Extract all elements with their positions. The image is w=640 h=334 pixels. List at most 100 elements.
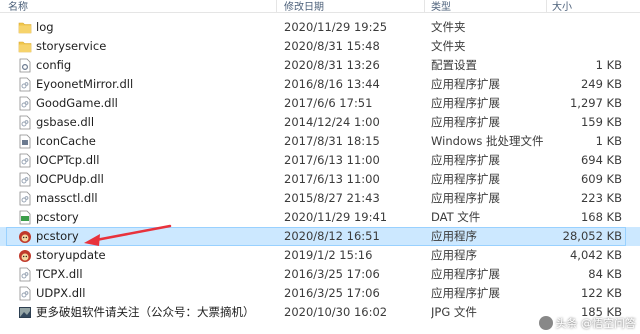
folder-icon xyxy=(18,39,32,54)
file-size: 609 KB xyxy=(580,172,622,186)
file-modified-date: 2016/3/25 17:06 xyxy=(284,286,380,300)
file-type: 应用程序扩展 xyxy=(431,267,500,281)
jpg-file-icon xyxy=(18,305,32,320)
file-type: 应用程序扩展 xyxy=(431,191,500,205)
file-row[interactable]: IOCPTcp.dll 2017/6/13 11:00 应用程序扩展 694 KB xyxy=(0,151,640,170)
file-size: 159 KB xyxy=(580,115,622,129)
batch-file-icon xyxy=(18,134,32,149)
file-modified-date: 2017/6/6 17:51 xyxy=(284,96,373,110)
column-header-date[interactable]: 修改日期 xyxy=(284,0,324,13)
file-type: JPG 文件 xyxy=(431,305,477,319)
app-icon xyxy=(18,229,32,244)
file-size: 4,042 KB xyxy=(569,248,622,262)
file-size: 28,052 KB xyxy=(562,229,622,243)
column-header-type[interactable]: 类型 xyxy=(431,0,451,13)
file-name[interactable]: UDPX.dll xyxy=(36,284,276,303)
file-modified-date: 2020/8/31 15:48 xyxy=(284,39,380,53)
file-size: 1 KB xyxy=(595,134,622,148)
file-row[interactable]: EyoonetMirror.dll 2016/8/16 13:44 应用程序扩展 24… xyxy=(0,75,640,94)
file-size: 1,297 KB xyxy=(569,96,622,110)
file-name[interactable]: massctl.dll xyxy=(36,189,276,208)
file-size: 249 KB xyxy=(580,77,622,91)
file-name[interactable]: log xyxy=(36,18,276,37)
file-row[interactable]: storyservice 2020/8/31 15:48 文件夹 xyxy=(0,37,640,56)
column-header-size[interactable]: 大小 xyxy=(552,0,572,13)
file-row[interactable]: config 2020/8/31 13:26 配置设置 1 KB xyxy=(0,56,640,75)
file-type: 配置设置 xyxy=(431,58,477,72)
dll-file-icon xyxy=(18,172,32,187)
file-modified-date: 2014/12/24 1:00 xyxy=(284,115,380,129)
file-type: 文件夹 xyxy=(431,39,466,53)
file-row[interactable]: storyupdate 2019/1/2 15:16 应用程序 4,042 KB xyxy=(0,246,640,265)
file-name[interactable]: pcstory xyxy=(36,227,276,246)
file-type: 应用程序 xyxy=(431,229,477,243)
file-name[interactable]: TCPX.dll xyxy=(36,265,276,284)
file-name[interactable]: EyoonetMirror.dll xyxy=(36,75,276,94)
file-name[interactable]: storyservice xyxy=(36,37,276,56)
file-type: 应用程序扩展 xyxy=(431,115,500,129)
file-type: DAT 文件 xyxy=(431,210,481,224)
file-name[interactable]: GoodGame.dll xyxy=(36,94,276,113)
column-divider[interactable] xyxy=(424,0,425,12)
column-divider[interactable] xyxy=(276,0,277,12)
file-size: 168 KB xyxy=(580,210,622,224)
file-row[interactable]: GoodGame.dll 2017/6/6 17:51 应用程序扩展 1,297 KB xyxy=(0,94,640,113)
file-modified-date: 2016/3/25 17:06 xyxy=(284,267,380,281)
file-modified-date: 2020/11/29 19:41 xyxy=(284,210,388,224)
dll-file-icon xyxy=(18,153,32,168)
file-name[interactable]: IOCPTcp.dll xyxy=(36,151,276,170)
config-file-icon xyxy=(18,58,32,73)
file-modified-date: 2019/1/2 15:16 xyxy=(284,248,373,262)
file-name[interactable]: storyupdate xyxy=(36,246,276,265)
file-size: 84 KB xyxy=(588,267,622,281)
file-type: 应用程序扩展 xyxy=(431,153,500,167)
file-row[interactable]: UDPX.dll 2016/3/25 17:06 应用程序扩展 122 KB xyxy=(0,284,640,303)
file-modified-date: 2016/8/16 13:44 xyxy=(284,77,380,91)
file-size: 1 KB xyxy=(595,58,622,72)
file-row[interactable]: IconCache 2017/8/31 18:15 Windows 批处理文件 1 K… xyxy=(0,132,640,151)
file-size: 223 KB xyxy=(580,191,622,205)
file-name[interactable]: gsbase.dll xyxy=(36,113,276,132)
file-modified-date: 2020/8/31 13:26 xyxy=(284,58,380,72)
dll-file-icon xyxy=(18,267,32,282)
dll-file-icon xyxy=(18,286,32,301)
file-modified-date: 2017/8/31 18:15 xyxy=(284,134,380,148)
file-row[interactable]: IOCPUdp.dll 2017/6/13 11:00 应用程序扩展 609 KB xyxy=(0,170,640,189)
file-type: 应用程序扩展 xyxy=(431,172,500,186)
file-size: 694 KB xyxy=(580,153,622,167)
dll-file-icon xyxy=(18,77,32,92)
dll-file-icon xyxy=(18,96,32,111)
file-name[interactable]: pcstory xyxy=(36,208,276,227)
file-row[interactable]: gsbase.dll 2014/12/24 1:00 应用程序扩展 159 KB xyxy=(0,113,640,132)
file-type: Windows 批处理文件 xyxy=(431,134,544,148)
file-type: 应用程序扩展 xyxy=(431,96,500,110)
file-modified-date: 2020/8/12 16:51 xyxy=(284,229,380,243)
file-type: 文件夹 xyxy=(431,20,466,34)
column-header-bar: 名称 修改日期 类型 大小 xyxy=(0,0,640,13)
watermark: 头条 @悟空问答 xyxy=(538,315,637,331)
dat-file-icon xyxy=(18,210,32,225)
dll-file-icon xyxy=(18,115,32,130)
column-header-name[interactable]: 名称 xyxy=(8,0,28,13)
column-divider[interactable] xyxy=(546,0,547,12)
file-type: 应用程序扩展 xyxy=(431,286,500,300)
file-type: 应用程序 xyxy=(431,248,477,262)
watermark-logo-icon xyxy=(538,316,553,330)
file-modified-date: 2017/6/13 11:00 xyxy=(284,153,380,167)
file-modified-date: 2017/6/13 11:00 xyxy=(284,172,380,186)
file-name[interactable]: IconCache xyxy=(36,132,276,151)
file-row[interactable]: pcstory 2020/8/12 16:51 应用程序 28,052 KB xyxy=(0,227,640,246)
watermark-text: 头条 @悟空问答 xyxy=(555,317,637,330)
file-modified-date: 2020/10/30 16:02 xyxy=(284,305,388,319)
file-row[interactable]: TCPX.dll 2016/3/25 17:06 应用程序扩展 84 KB xyxy=(0,265,640,284)
file-name[interactable]: 更多破姐软件请关注（公众号：大票摘机） xyxy=(36,303,276,322)
file-row[interactable]: pcstory 2020/11/29 19:41 DAT 文件 168 KB xyxy=(0,208,640,227)
file-row[interactable]: log 2020/11/29 19:25 文件夹 xyxy=(0,18,640,37)
file-name[interactable]: config xyxy=(36,56,276,75)
folder-icon xyxy=(18,20,32,35)
file-type: 应用程序扩展 xyxy=(431,77,500,91)
file-row[interactable]: massctl.dll 2015/8/27 21:43 应用程序扩展 223 KB xyxy=(0,189,640,208)
file-name[interactable]: IOCPUdp.dll xyxy=(36,170,276,189)
file-list: log 2020/11/29 19:25 文件夹 storyservice 2020/8… xyxy=(0,18,640,322)
dll-file-icon xyxy=(18,191,32,206)
